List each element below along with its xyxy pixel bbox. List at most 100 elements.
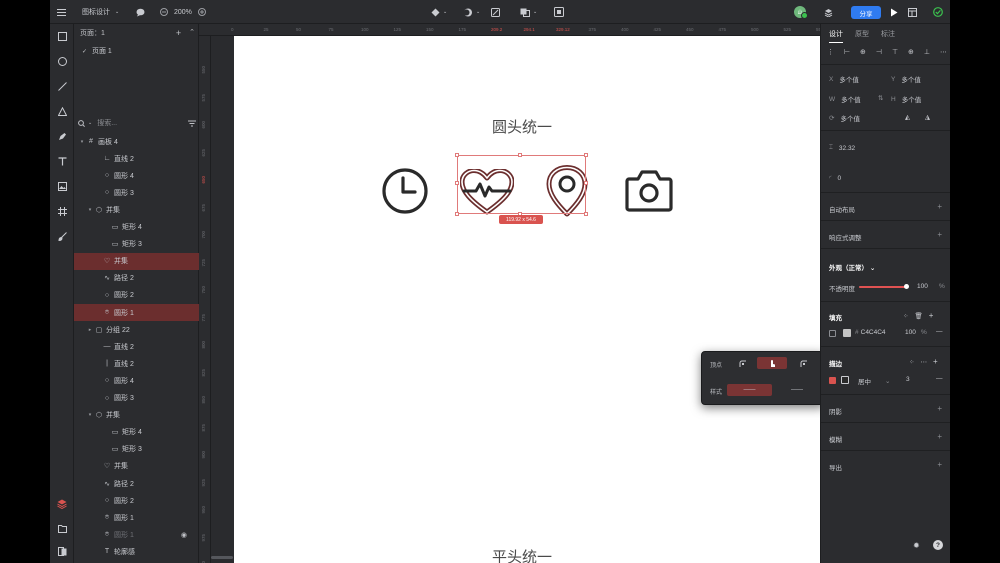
- resize-handle[interactable]: [584, 212, 588, 216]
- camera-icon[interactable]: [625, 169, 673, 213]
- mask-icon[interactable]: ⌄: [463, 5, 480, 19]
- layers-icon[interactable]: [56, 498, 68, 510]
- search-input[interactable]: 搜索...: [97, 118, 117, 128]
- layer-row[interactable]: T 轮廓感: [74, 543, 199, 560]
- round-corner-right-icon[interactable]: [795, 357, 811, 369]
- lock-ratio-icon[interactable]: ⇅: [878, 94, 883, 102]
- tab-design[interactable]: 设计: [829, 29, 843, 43]
- layer-row[interactable]: ○ 圆形 2: [74, 492, 199, 509]
- stroke-enabled-checkbox[interactable]: [829, 377, 836, 384]
- artboard[interactable]: 圆头统一 119.92 x 54.6 平头统一: [234, 36, 820, 563]
- appearance-title[interactable]: 外观（正常） ⌄: [829, 262, 875, 272]
- page-item[interactable]: ✓ 页面 1: [82, 46, 112, 56]
- more-align-icon[interactable]: ⋯: [940, 48, 947, 58]
- selection-box[interactable]: [455, 153, 588, 216]
- layer-row[interactable]: ▾ ⬡ 并集: [74, 201, 199, 218]
- library-icon[interactable]: [824, 5, 833, 19]
- stroke-style-solid[interactable]: ——: [727, 384, 772, 396]
- grid-icon[interactable]: ⁘: [909, 358, 914, 366]
- avatar[interactable]: 山: [794, 6, 808, 19]
- tab-annotate[interactable]: 标注: [881, 29, 895, 43]
- fill-color-swatch[interactable]: [843, 329, 851, 337]
- opacity-value[interactable]: 100: [917, 283, 928, 290]
- layer-expand-icon[interactable]: ▾: [86, 412, 94, 418]
- round-corner-mid-icon[interactable]: [757, 357, 787, 369]
- layer-row[interactable]: ○ 圆形 4: [74, 167, 199, 184]
- file-name-dropdown[interactable]: 图标设计 ⌄: [82, 5, 119, 19]
- align-left-icon[interactable]: ⊢: [844, 48, 850, 58]
- fill-opacity[interactable]: 100: [905, 329, 916, 336]
- align-center-v-icon[interactable]: ⊕: [908, 48, 914, 58]
- rotation-field[interactable]: ⟳ 多个值: [829, 113, 860, 123]
- y-field[interactable]: Y 多个值: [891, 74, 921, 85]
- flip-horizontal-icon[interactable]: ◭: [905, 113, 910, 121]
- more-icon[interactable]: ⋯: [920, 358, 927, 366]
- layer-row[interactable]: ▸ ▢ 分组 22: [74, 321, 199, 338]
- layer-row[interactable]: ○ 圆形 4: [74, 372, 199, 389]
- align-center-h-icon[interactable]: ⊕: [860, 48, 866, 58]
- rectangle-tool-icon[interactable]: [56, 30, 68, 42]
- x-field[interactable]: X 多个值: [829, 74, 859, 85]
- assets-icon[interactable]: [56, 522, 68, 534]
- add-auto-layout-icon[interactable]: +: [937, 202, 942, 211]
- add-blur-icon[interactable]: +: [937, 432, 942, 441]
- h-field[interactable]: H 多个值: [891, 94, 921, 105]
- stroke-position-dropdown[interactable]: 居中 ⌄: [858, 376, 890, 386]
- align-bottom-icon[interactable]: ⊥: [924, 48, 930, 58]
- fill-hex-field[interactable]: # C4C4C4: [855, 329, 886, 336]
- tab-prototype[interactable]: 原型: [855, 29, 869, 43]
- resize-handle[interactable]: [584, 181, 588, 185]
- remove-fill-icon[interactable]: —: [936, 328, 943, 335]
- line-height-field[interactable]: ⌶ 32.32: [829, 144, 855, 152]
- opacity-slider-knob[interactable]: [904, 284, 909, 289]
- image-tool-icon[interactable]: [56, 180, 68, 192]
- resize-handle[interactable]: [455, 153, 459, 157]
- triangle-tool-icon[interactable]: [56, 105, 68, 117]
- trash-icon[interactable]: 🗑: [914, 312, 922, 320]
- scrollbar[interactable]: [211, 556, 233, 559]
- group-icon[interactable]: ⌄: [520, 5, 537, 19]
- layer-expand-icon[interactable]: ▸: [86, 327, 94, 333]
- visibility-icon[interactable]: ◉: [181, 531, 187, 539]
- layer-row[interactable]: ▭ 矩形 4: [74, 424, 199, 441]
- layer-row[interactable]: ∟ 直线 2: [74, 150, 199, 167]
- distribute-icon[interactable]: ⋮: [827, 48, 834, 58]
- stroke-width[interactable]: 3: [906, 376, 910, 383]
- layer-row[interactable]: ∿ 路径 2: [74, 475, 199, 492]
- stroke-color-swatch[interactable]: [841, 376, 849, 384]
- layer-row[interactable]: ○ 圆形 3: [74, 184, 199, 201]
- layout-icon[interactable]: [908, 5, 917, 19]
- components-icon[interactable]: [56, 545, 68, 557]
- layer-row[interactable]: ⌾ 圆形 1: [74, 304, 199, 321]
- menu-icon[interactable]: [57, 5, 66, 19]
- layer-row[interactable]: ∿ 路径 2: [74, 270, 199, 287]
- layer-row[interactable]: ▾ ⬡ 并集: [74, 407, 199, 424]
- share-button[interactable]: 分享: [851, 6, 881, 19]
- text-tool-icon[interactable]: [56, 155, 68, 167]
- layer-row[interactable]: ▭ 矩形 4: [74, 219, 199, 236]
- layer-search[interactable]: ⌄ 搜索...: [78, 117, 196, 129]
- add-stroke-icon[interactable]: +: [933, 357, 938, 366]
- line-tool-icon[interactable]: [56, 80, 68, 92]
- layer-row[interactable]: | 直线 2: [74, 355, 199, 372]
- remove-stroke-icon[interactable]: —: [936, 375, 943, 382]
- add-fill-icon[interactable]: +: [929, 311, 934, 320]
- align-right-icon[interactable]: ⊣: [876, 48, 882, 58]
- layer-row[interactable]: ⌾ 圆形 1 ◉: [74, 526, 199, 543]
- zoom-out-icon[interactable]: [160, 5, 168, 19]
- sync-status-icon[interactable]: [933, 5, 943, 19]
- pen-tool-icon[interactable]: [56, 130, 68, 142]
- round-corner-left-icon[interactable]: [734, 357, 750, 369]
- layer-expand-icon[interactable]: ▾: [86, 207, 94, 213]
- add-page-icon[interactable]: +: [176, 28, 181, 38]
- comment-icon[interactable]: [136, 5, 145, 19]
- boolean-icon[interactable]: [491, 5, 500, 19]
- add-responsive-icon[interactable]: +: [937, 230, 942, 239]
- resize-handle[interactable]: [455, 212, 459, 216]
- layer-row[interactable]: ♡ 并集: [74, 458, 199, 475]
- resize-handle[interactable]: [584, 153, 588, 157]
- layer-row[interactable]: ⌾ 圆形 1: [74, 509, 199, 526]
- resize-handle[interactable]: [455, 181, 459, 185]
- frame-icon[interactable]: [554, 5, 564, 19]
- fill-enabled-checkbox[interactable]: [829, 330, 836, 337]
